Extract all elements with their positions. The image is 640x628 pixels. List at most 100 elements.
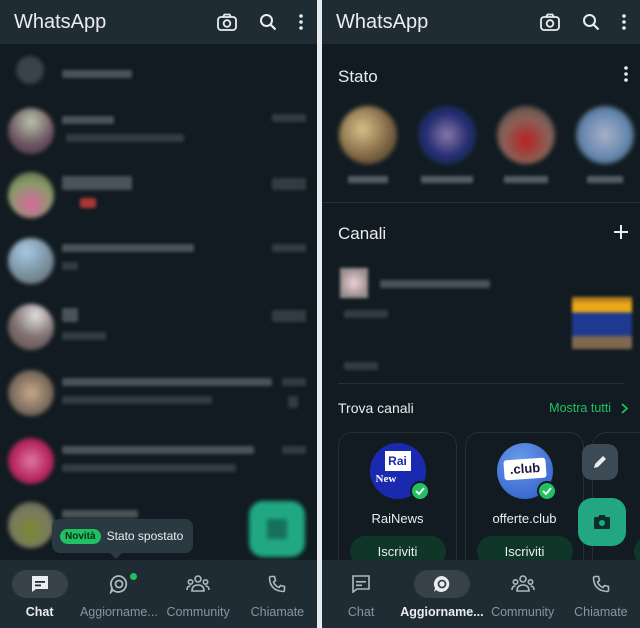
channel-name: offerte.club [492,511,557,526]
chat-time-blurred [282,378,306,386]
nav-label: Chat [347,605,375,619]
camera-status-fab[interactable] [578,498,626,546]
more-vert-icon[interactable] [622,14,626,30]
show-all-label: Mostra tutti [549,401,611,415]
chat-message-blurred [66,134,184,142]
app-bar: WhatsApp [0,0,317,44]
tooltip-text: Stato spostato [106,529,184,543]
nav-tab-updates[interactable]: Aggiorname... [79,560,158,628]
offerte-club-logo: .club [496,443,557,501]
avatar [8,172,54,218]
channel-name: RaiNews [371,511,424,526]
nav-label: Aggiorname... [79,605,158,619]
status-avatar [418,106,476,164]
status-header: Stato [338,66,628,87]
nav-tab-chat[interactable]: Chat [0,560,79,628]
logo-text: Rai [384,451,411,471]
nav-label: Community [166,605,230,619]
updates-icon [109,575,128,594]
chat-list [0,44,317,560]
search-icon[interactable] [582,13,600,31]
status-avatar [576,106,634,164]
verified-icon [409,481,430,501]
bottom-nav: Chat Aggiorname... Community Chiamate [322,560,640,628]
nav-label: Chiamate [250,605,305,619]
divider [338,383,624,384]
chat-item[interactable] [0,436,317,496]
phone-icon [269,575,286,593]
nav-tab-calls[interactable]: Chiamate [238,560,317,628]
nav-tab-chat[interactable]: Chat [322,560,400,628]
search-icon[interactable] [259,13,277,31]
unread-dot [128,572,138,581]
community-icon [186,575,210,592]
chat-name-blurred [62,378,272,386]
status-item[interactable] [496,106,556,183]
show-all-link[interactable]: Mostra tutti [549,401,628,415]
avatar [8,370,54,416]
status-more-icon[interactable] [624,66,628,87]
logo-text: .club [502,457,547,481]
new-chat-fab[interactable] [249,501,305,557]
chat-item[interactable] [0,300,317,360]
status-item[interactable] [575,106,635,183]
chat-name-blurred [62,70,132,78]
updates-icon [433,575,450,592]
avatar [16,56,44,84]
chat-time-blurred [272,114,306,122]
nav-label: Community [491,605,555,619]
chat-name-blurred [62,510,138,518]
status-list [338,106,635,183]
status-item[interactable] [338,106,398,183]
more-vert-icon[interactable] [299,14,303,30]
chat-time-blurred [272,178,306,190]
avatar [8,438,54,484]
avatar [8,238,54,284]
nav-tab-community[interactable]: Community [159,560,238,628]
nav-label: Aggiorname... [400,605,484,619]
nav-label: Chat [25,605,54,619]
app-title: WhatsApp [336,10,429,33]
logo-text: New [375,473,397,485]
camera-icon[interactable] [217,13,237,31]
status-name-blurred [421,176,473,183]
verified-icon [536,481,557,501]
chat-message-blurred [80,198,96,208]
nav-tab-community[interactable]: Community [484,560,562,628]
status-name-blurred [348,176,388,183]
chat-name-blurred [62,244,194,252]
chat-message-blurred [62,262,78,270]
add-channel-icon[interactable] [614,224,628,244]
chat-item[interactable] [0,234,317,294]
find-channels-header: Trova canali Mostra tutti [338,400,628,416]
nav-tab-updates[interactable]: Aggiorname... [400,560,484,628]
chat-message-blurred [62,396,212,404]
status-item[interactable] [417,106,477,183]
chat-icon [352,575,370,593]
rainews-logo: Rai New [369,443,430,501]
chat-message-blurred [62,464,236,472]
chat-name-blurred [62,116,114,124]
status-moved-tooltip: Novità Stato spostato [52,519,194,559]
channel-name-blurred [380,280,490,288]
pencil-icon [594,456,606,468]
chat-icon [31,576,48,592]
unread-badge-blurred [288,396,298,408]
chat-item[interactable] [0,368,317,428]
chats-screen: WhatsApp Novità Stato spostato Chat Aggi… [0,0,317,628]
community-icon [510,575,535,592]
chat-time-blurred [272,244,306,252]
nav-tab-calls[interactable]: Chiamate [562,560,640,628]
avatar [8,502,54,548]
chat-time-blurred [272,310,306,322]
edit-status-fab[interactable] [582,444,618,480]
camera-icon[interactable] [540,13,560,31]
chat-item[interactable] [0,166,317,226]
find-channels-title: Trova canali [338,400,414,416]
status-avatar [497,106,555,164]
chat-item[interactable] [0,102,317,162]
chat-item[interactable] [0,46,317,106]
chevron-right-icon [621,402,628,414]
updates-screen: WhatsApp Stato Canali Trova canali Mostr… [322,0,640,628]
channel-message-blurred [344,310,388,318]
